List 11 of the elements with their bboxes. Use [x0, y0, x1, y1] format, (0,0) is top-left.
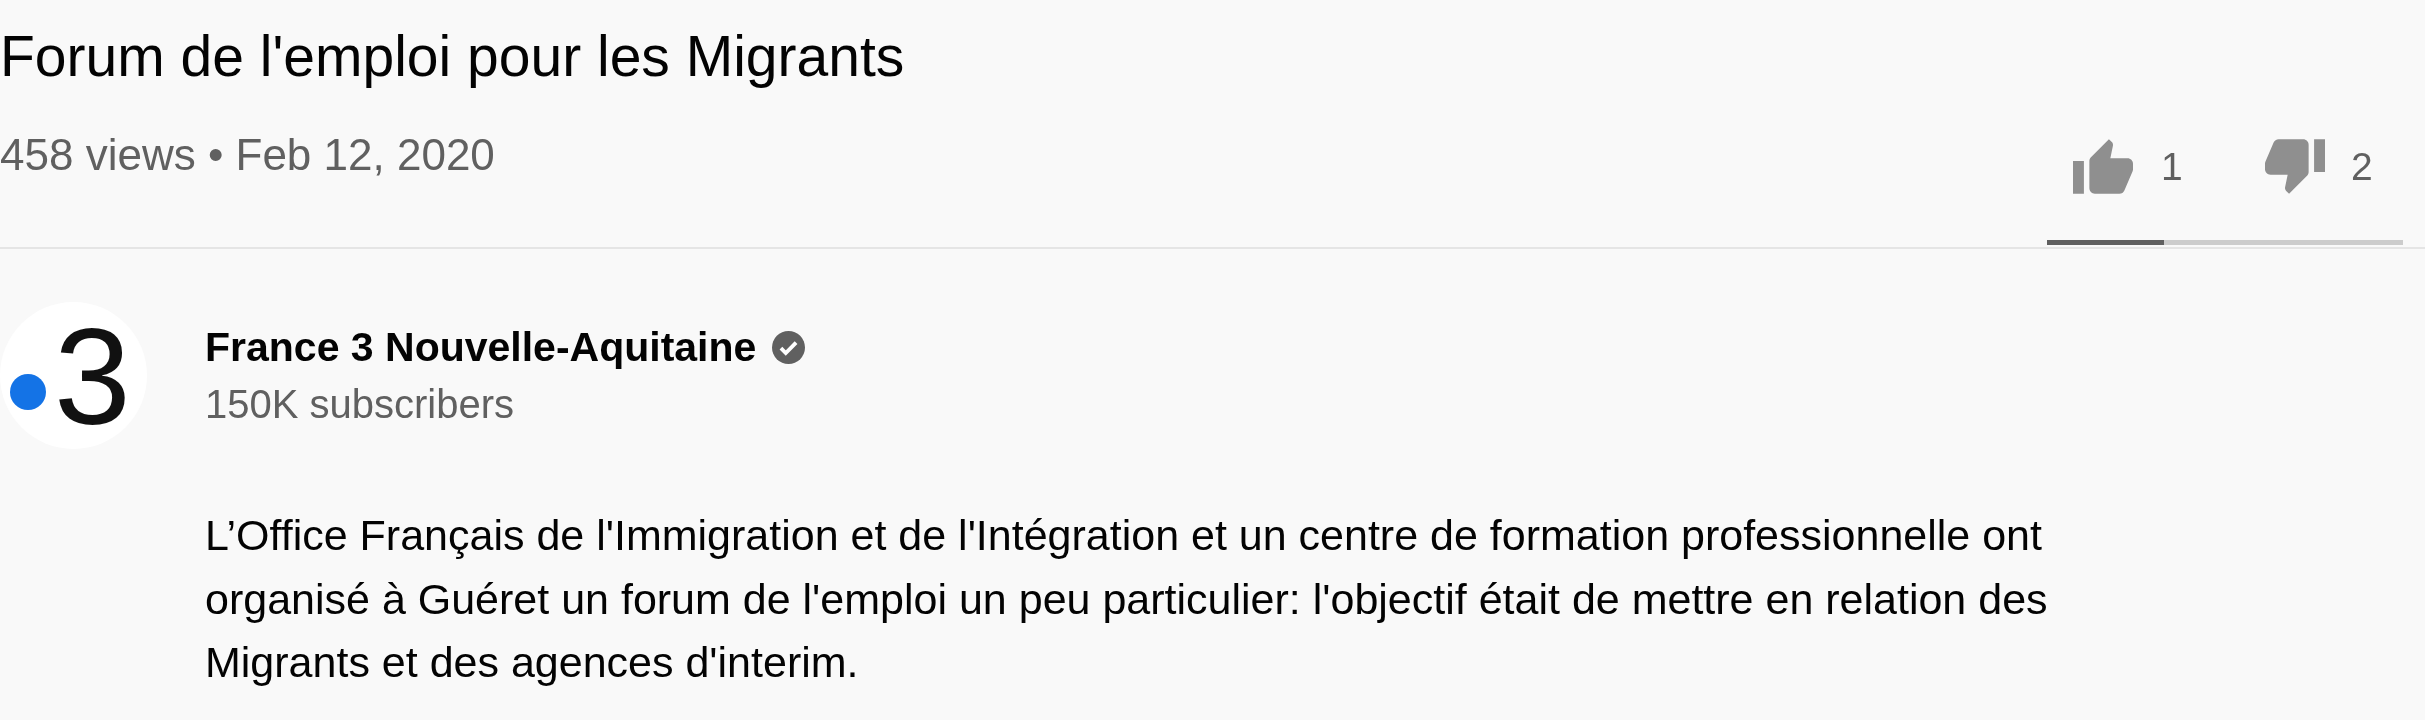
channel-avatar[interactable]: 3: [0, 302, 147, 449]
thumbs-up-icon: [2073, 138, 2133, 194]
like-button[interactable]: 1: [2047, 138, 2225, 194]
thumbs-down-icon: [2265, 138, 2325, 194]
logo-numeral: 3: [54, 306, 131, 445]
video-description: L’Office Français de l'Immigration et de l'Intégration et un centre de formation professionnelle ont organisé à Guéret un forum de l'emploi un peu particulier: l'objectif était de mettre en relation des Migrants et des agences d'interim.: [205, 510, 2049, 688]
dislike-button[interactable]: 2: [2225, 138, 2403, 194]
video-title: Forum de l'emploi pour les Migrants: [0, 23, 905, 89]
subscriber-count: 150K subscribers: [205, 381, 515, 428]
channel-name[interactable]: France 3 Nouvelle-Aquitaine: [205, 323, 757, 371]
video-info: 458 views • Feb 12, 2020: [0, 129, 495, 181]
